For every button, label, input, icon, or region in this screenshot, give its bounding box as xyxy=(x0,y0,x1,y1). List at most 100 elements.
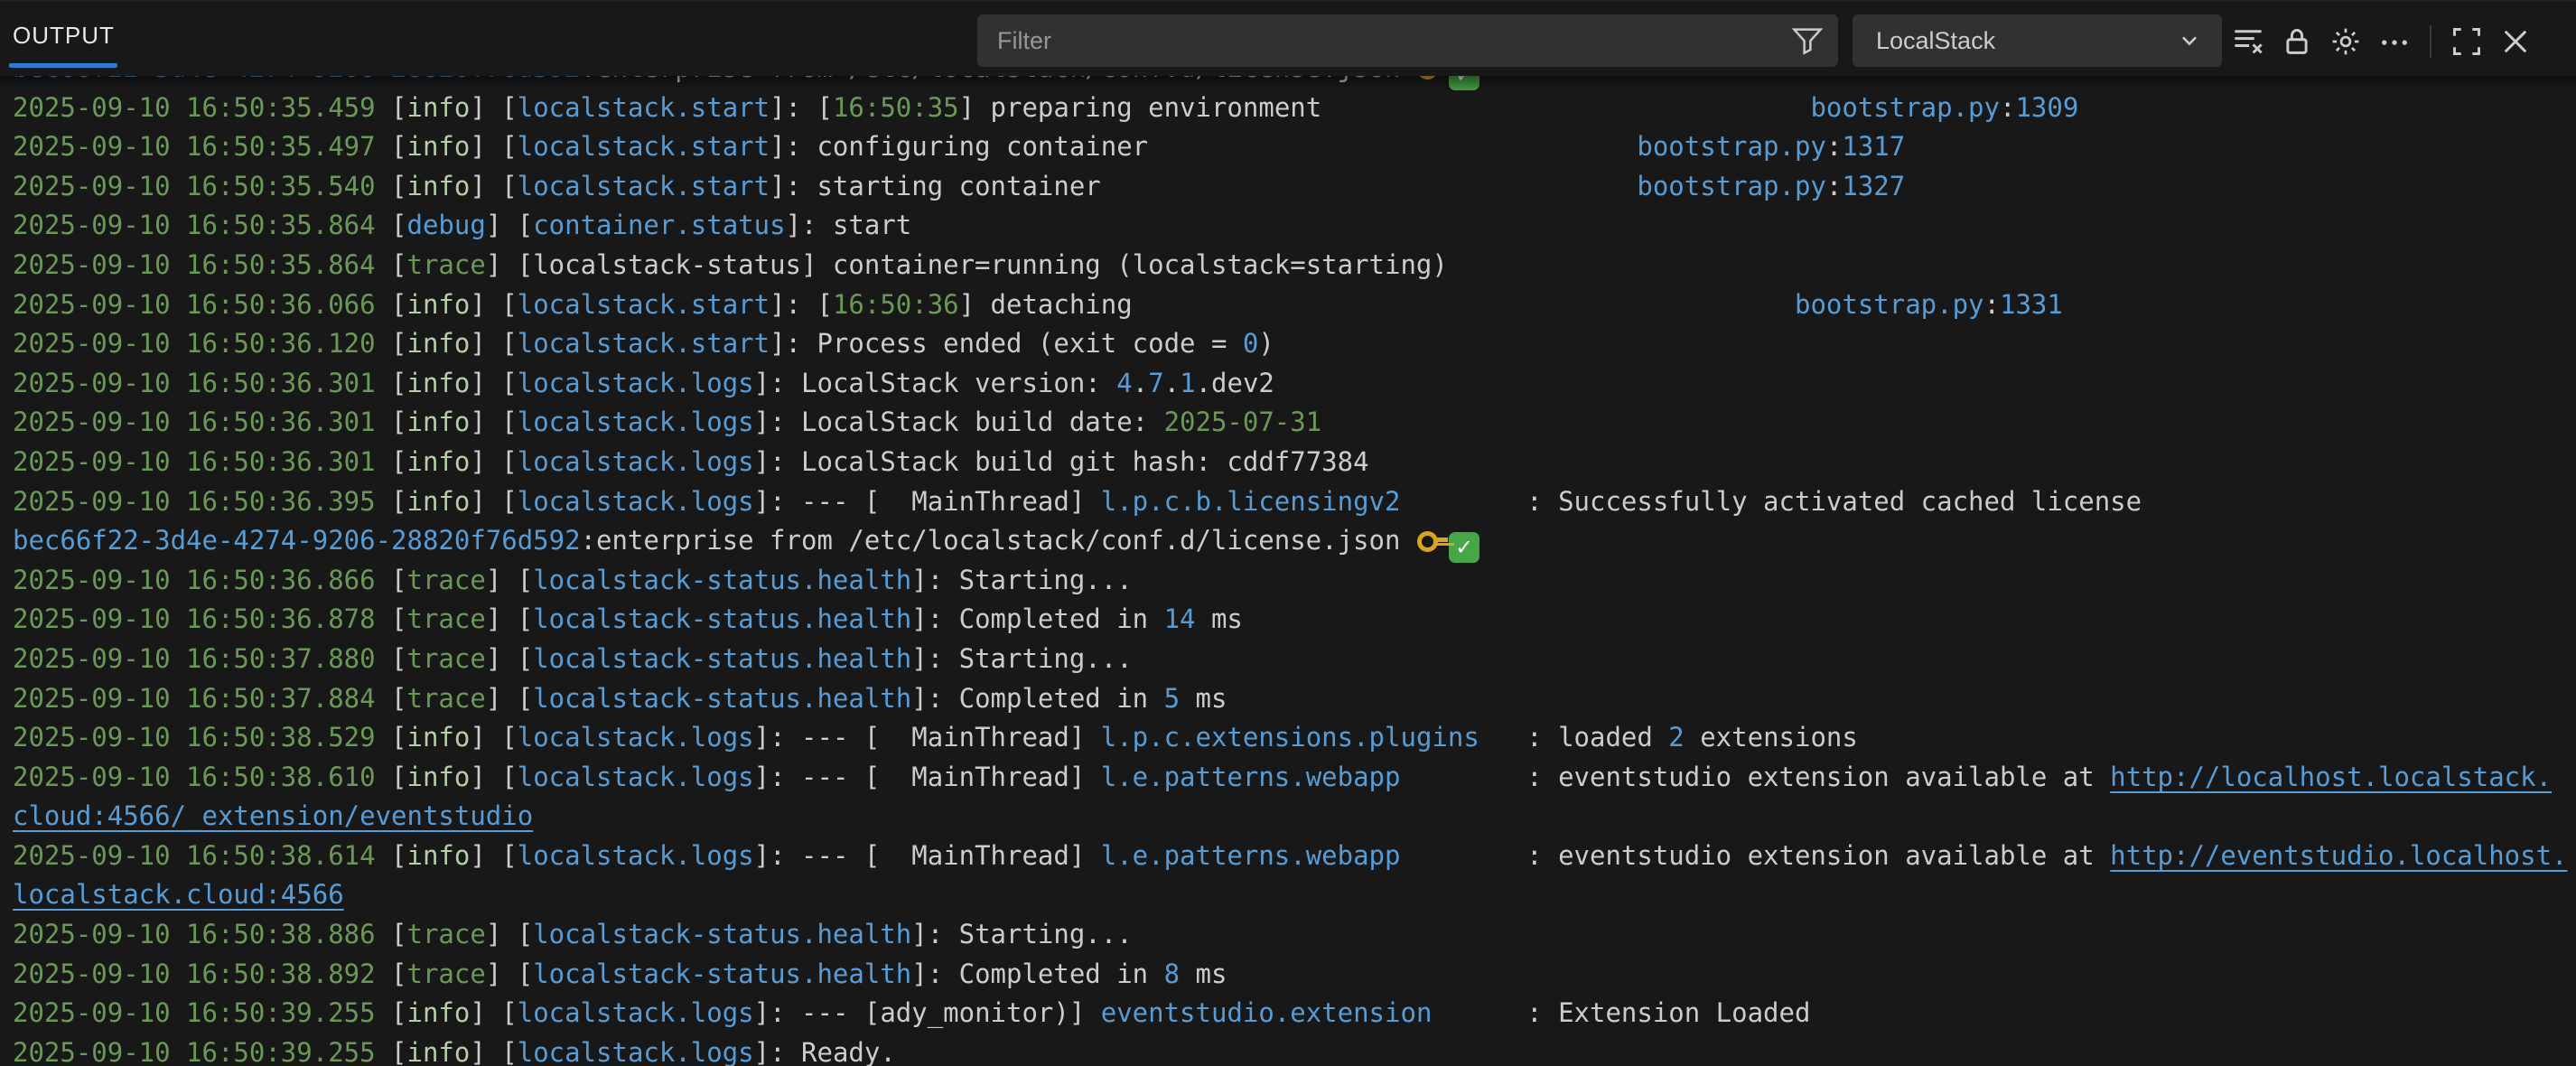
log-segment: 14 xyxy=(1164,603,1196,634)
log-segment: : xyxy=(1826,131,1842,162)
log-segment: ] [ xyxy=(486,683,533,714)
log-segment: localstack.logs xyxy=(518,722,754,753)
key-emoji-icon xyxy=(1416,526,1449,553)
log-segment: l.e.patterns.webapp xyxy=(1101,840,1401,871)
log-segment: ]: Starting... xyxy=(911,919,1132,949)
log-segment: trace xyxy=(407,565,486,595)
log-segment: 1331 xyxy=(2000,289,2063,320)
log-segment: ]: Starting... xyxy=(911,565,1132,595)
log-line: 2025-09-10 16:50:36.120 [info] [localsta… xyxy=(13,324,2576,364)
log-segment: localstack.logs xyxy=(518,840,754,871)
log-segment: [ xyxy=(376,958,407,989)
log-segment: 2025-09-10 16:50:36.120 xyxy=(13,328,376,359)
log-segment: ]: [ xyxy=(770,289,833,320)
log-segment: info xyxy=(407,171,471,201)
log-segment: ]: Starting... xyxy=(911,643,1132,674)
log-line: 2025-09-10 16:50:39.255 [info] [localsta… xyxy=(13,1033,2576,1066)
log-segment: 16:50:35 xyxy=(833,92,959,123)
log-segment: [ xyxy=(376,565,407,595)
log-line: 2025-09-10 16:50:38.886 [trace] [localst… xyxy=(13,915,2576,955)
log-segment: l.p.c.extensions.plugins xyxy=(1101,722,1479,753)
filter-input[interactable] xyxy=(977,27,1791,55)
log-segment: ] [ xyxy=(486,603,533,634)
channel-select[interactable]: LocalStack xyxy=(1853,14,2222,67)
log-segment: info xyxy=(407,92,471,123)
log-line: 2025-09-10 16:50:36.878 [trace] [localst… xyxy=(13,600,2576,640)
log-segment: [ xyxy=(376,1037,407,1066)
log-segment: trace xyxy=(407,643,486,674)
log-segment: 2025-09-10 16:50:38.529 xyxy=(13,722,376,753)
log-segment: ]: Completed in xyxy=(911,958,1163,989)
log-segment: 2025-09-10 16:50:35.497 xyxy=(13,131,376,162)
log-segment: ]: starting container xyxy=(770,171,1101,201)
log-segment: [ xyxy=(376,722,407,753)
log-segment: .dev2 xyxy=(1196,368,1274,398)
maximize-panel-icon[interactable] xyxy=(2450,25,2483,58)
log-segment: ]: --- [ MainThread] xyxy=(754,762,1101,792)
log-segment: 2025-07-31 xyxy=(1164,407,1322,437)
log-segment: : Successfully activated cached license xyxy=(1400,486,2142,517)
log-line: 2025-09-10 16:50:35.864 [trace] [localst… xyxy=(13,246,2576,285)
filter-funnel-icon[interactable] xyxy=(1791,24,1824,57)
clear-output-icon[interactable] xyxy=(2232,25,2264,58)
log-segment: info xyxy=(407,328,471,359)
log-line: 2025-09-10 16:50:36.395 [info] [localsta… xyxy=(13,482,2576,522)
log-segment: ] [ xyxy=(470,131,517,162)
log-segment: 2025-09-10 16:50:38.886 xyxy=(13,919,376,949)
log-segment: ] [ xyxy=(470,486,517,517)
log-segment: 2025-09-10 16:50:36.395 xyxy=(13,486,376,517)
log-segment: localstack.logs xyxy=(518,762,754,792)
log-segment xyxy=(1321,92,1810,123)
log-segment: [ xyxy=(376,92,407,123)
log-segment: 2025-09-10 16:50:39.255 xyxy=(13,1037,376,1066)
log-link[interactable]: localstack.cloud:4566 xyxy=(13,879,344,910)
log-segment: ] detaching xyxy=(959,289,1133,320)
log-segment: 2025-09-10 16:50:37.880 xyxy=(13,643,376,674)
log-segment: 2 xyxy=(1668,722,1684,753)
log-segment: ]: LocalStack build date: xyxy=(754,407,1164,437)
log-line: 2025-09-10 16:50:37.880 [trace] [localst… xyxy=(13,640,2576,679)
log-segment: localstack.logs xyxy=(518,446,754,477)
log-line: 2025-09-10 16:50:36.301 [info] [localsta… xyxy=(13,443,2576,482)
log-line: 2025-09-10 16:50:36.301 [info] [localsta… xyxy=(13,364,2576,404)
log-segment: ] [ xyxy=(486,565,533,595)
log-segment: localstack.start xyxy=(518,328,770,359)
log-segment: localstack-status.health xyxy=(533,603,911,634)
close-panel-icon[interactable] xyxy=(2499,25,2532,58)
log-segment: ] [ xyxy=(470,171,517,201)
log-segment: ] [ xyxy=(486,919,533,949)
log-segment: [ xyxy=(376,762,407,792)
log-segment: trace xyxy=(407,603,486,634)
log-segment: [ xyxy=(376,328,407,359)
log-segment: localstack.logs xyxy=(518,997,754,1028)
log-segment xyxy=(1148,131,1637,162)
log-line: 2025-09-10 16:50:36.866 [trace] [localst… xyxy=(13,561,2576,601)
tab-active-indicator xyxy=(9,63,117,68)
log-line: cloud:4566/_extension/eventstudio xyxy=(13,797,2576,837)
log-segment: info xyxy=(407,131,471,162)
log-segment: . xyxy=(1164,368,1180,398)
log-segment: [ xyxy=(376,249,407,280)
log-segment: 2025-09-10 16:50:35.540 xyxy=(13,171,376,201)
more-actions-icon[interactable] xyxy=(2378,25,2411,58)
log-segment: 2025-09-10 16:50:35.864 xyxy=(13,249,376,280)
log-segment: localstack.logs xyxy=(518,368,754,398)
log-segment: localstack.start xyxy=(518,171,770,201)
log-segment: [ xyxy=(376,919,407,949)
log-segment: [ xyxy=(376,486,407,517)
log-segment: ]: configuring container xyxy=(770,131,1148,162)
log-segment: ms xyxy=(1180,683,1227,714)
lock-auto-scroll-icon[interactable] xyxy=(2281,25,2313,58)
log-segment: 2025-09-10 16:50:36.866 xyxy=(13,565,376,595)
log-link[interactable]: cloud:4566/_extension/eventstudio xyxy=(13,800,533,831)
tab-output[interactable]: OUTPUT xyxy=(13,22,115,50)
log-segment: ]: LocalStack version: xyxy=(754,368,1117,398)
settings-gear-icon[interactable] xyxy=(2329,25,2362,58)
log-segment: l.p.c.b.licensingv2 xyxy=(1101,486,1401,517)
log-segment: 2025-09-10 16:50:36.301 xyxy=(13,407,376,437)
log-segment: 2025-09-10 16:50:37.884 xyxy=(13,683,376,714)
log-segment: ] [localstack-status] container=running … xyxy=(486,249,1448,280)
log-link[interactable]: http://localhost.localstack. xyxy=(2110,762,2552,792)
log-segment: info xyxy=(407,446,471,477)
log-link[interactable]: http://eventstudio.localhost. xyxy=(2110,840,2567,871)
